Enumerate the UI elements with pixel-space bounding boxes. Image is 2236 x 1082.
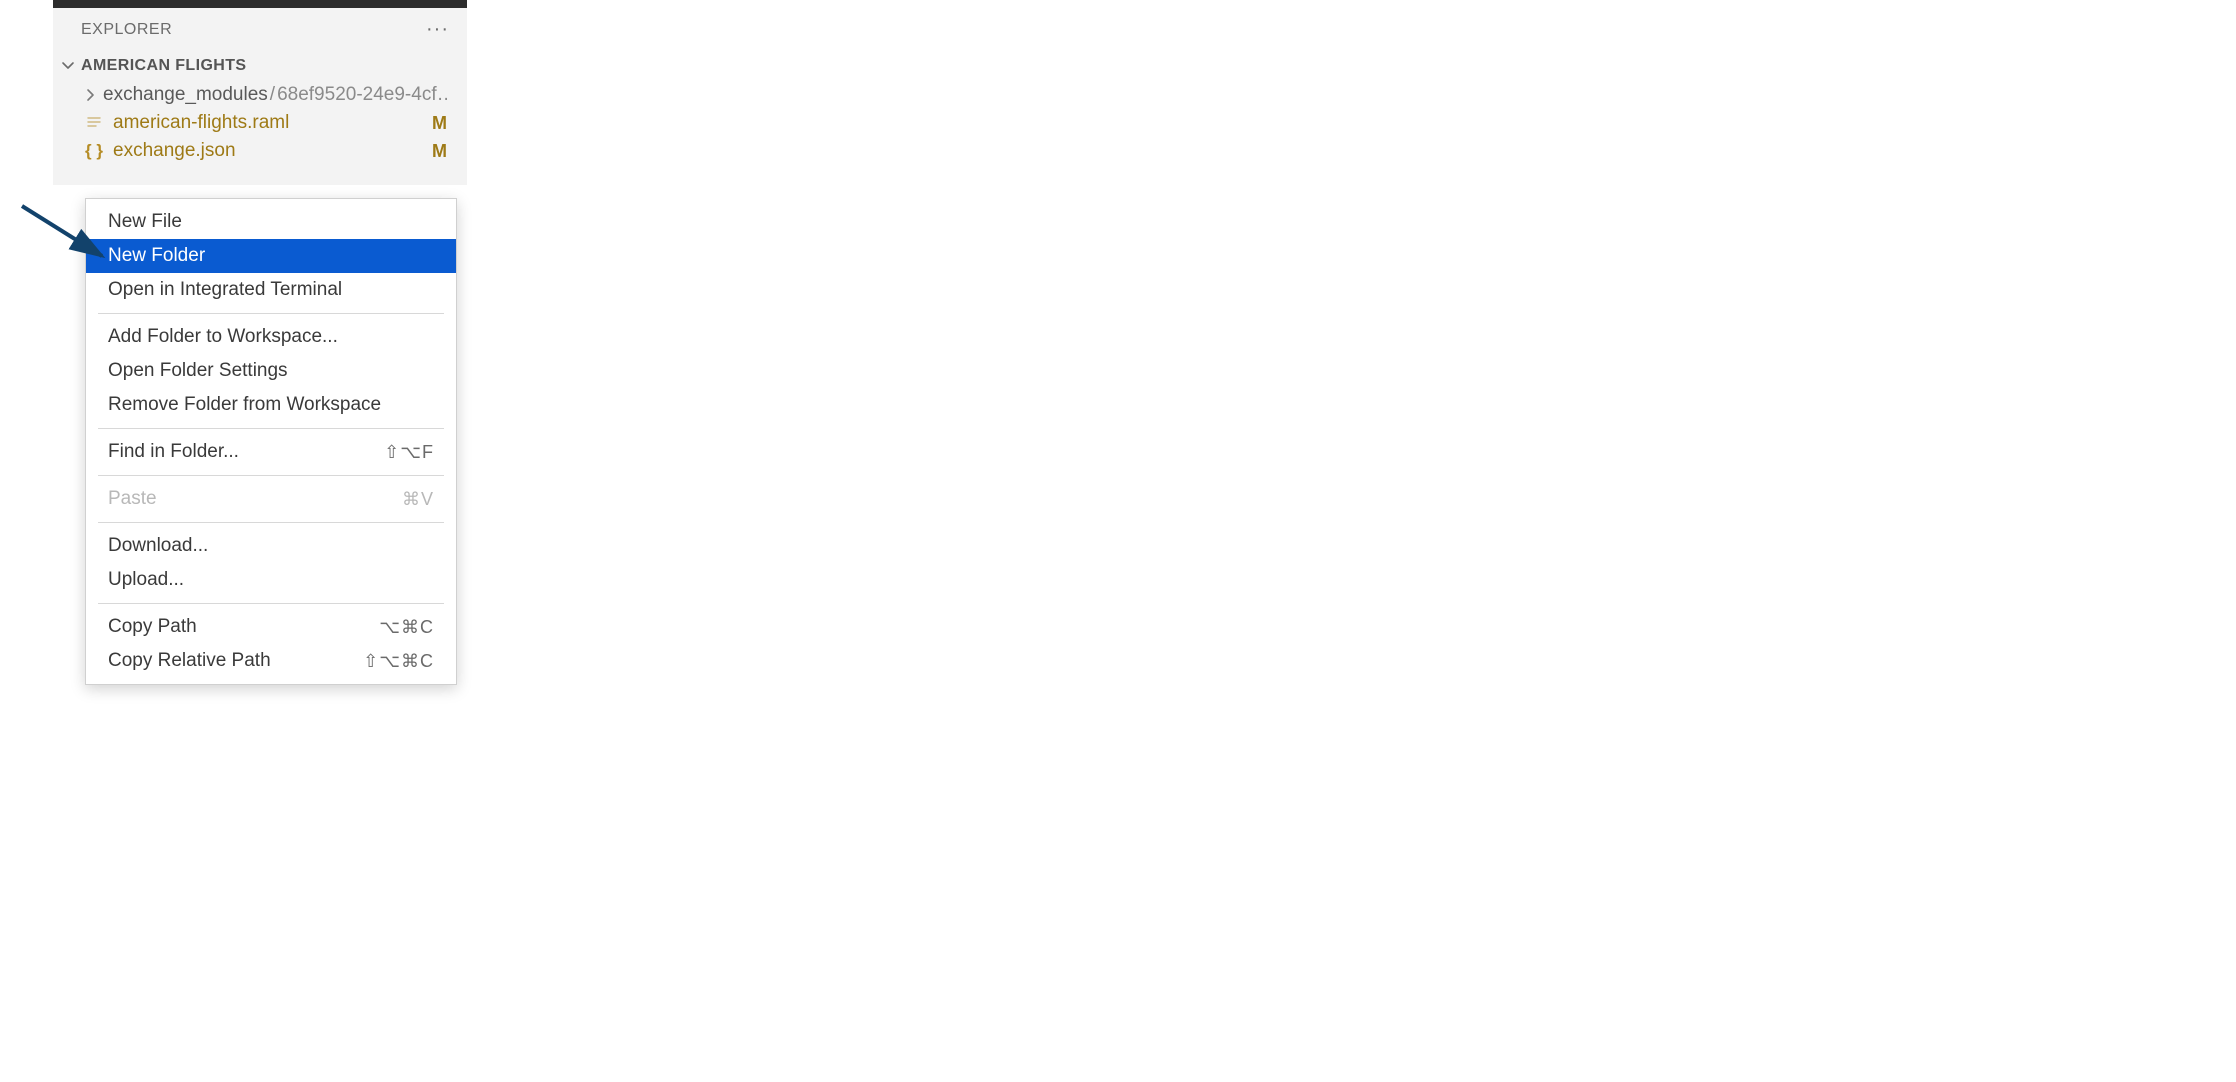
menu-item-shortcut: ⌘V	[402, 489, 434, 510]
titlebar	[53, 0, 467, 8]
explorer-title: EXPLORER	[81, 21, 172, 39]
menu-item-copy-path[interactable]: Copy Path ⌥⌘C	[86, 610, 456, 644]
menu-item-label: Open Folder Settings	[108, 360, 288, 382]
menu-item-shortcut: ⇧⌥⌘C	[363, 651, 434, 672]
menu-item-label: Find in Folder...	[108, 441, 239, 463]
folder-label: exchange_modules/68ef9520-24e9-4cf…	[103, 84, 447, 106]
tree-file-row[interactable]: american-flights.raml M	[53, 109, 467, 137]
chevron-down-icon	[61, 59, 75, 73]
more-actions-icon[interactable]: ···	[426, 18, 449, 41]
git-status-badge: M	[432, 113, 447, 134]
project-name: AMERICAN FLIGHTS	[81, 57, 247, 75]
folder-hash: 68ef9520-24e9-4cf…	[277, 84, 447, 105]
tree-folder-row[interactable]: exchange_modules/68ef9520-24e9-4cf…	[53, 81, 467, 109]
folder-name: exchange_modules	[103, 84, 268, 105]
menu-item-find-in-folder[interactable]: Find in Folder... ⇧⌥F	[86, 435, 456, 469]
menu-item-label: Upload...	[108, 569, 184, 591]
raml-file-icon	[83, 115, 105, 131]
menu-item-copy-relative-path[interactable]: Copy Relative Path ⇧⌥⌘C	[86, 644, 456, 678]
chevron-right-icon	[83, 88, 97, 102]
json-file-icon: { }	[83, 141, 105, 161]
menu-item-download[interactable]: Download...	[86, 529, 456, 563]
menu-item-folder-settings[interactable]: Open Folder Settings	[86, 354, 456, 388]
menu-item-upload[interactable]: Upload...	[86, 563, 456, 597]
menu-item-new-folder[interactable]: New Folder	[86, 239, 456, 273]
menu-item-shortcut: ⇧⌥F	[384, 442, 434, 463]
menu-item-add-folder[interactable]: Add Folder to Workspace...	[86, 320, 456, 354]
menu-separator	[98, 313, 444, 314]
menu-item-remove-folder[interactable]: Remove Folder from Workspace	[86, 388, 456, 422]
file-name: american-flights.raml	[113, 112, 424, 134]
menu-item-label: Add Folder to Workspace...	[108, 326, 338, 348]
menu-item-label: New File	[108, 211, 182, 233]
menu-item-paste: Paste ⌘V	[86, 482, 456, 516]
tree-file-row[interactable]: { } exchange.json M	[53, 137, 467, 165]
menu-item-shortcut: ⌥⌘C	[379, 617, 434, 638]
file-name: exchange.json	[113, 140, 424, 162]
context-menu: New File New Folder Open in Integrated T…	[85, 198, 457, 685]
menu-item-new-file[interactable]: New File	[86, 205, 456, 239]
menu-item-label: Copy Relative Path	[108, 650, 271, 672]
menu-separator	[98, 603, 444, 604]
explorer-header: EXPLORER ···	[53, 8, 467, 51]
menu-separator	[98, 522, 444, 523]
menu-item-label: Copy Path	[108, 616, 197, 638]
menu-item-open-terminal[interactable]: Open in Integrated Terminal	[86, 273, 456, 307]
menu-item-label: Remove Folder from Workspace	[108, 394, 381, 416]
menu-item-label: Open in Integrated Terminal	[108, 279, 342, 301]
explorer-sidebar: EXPLORER ··· AMERICAN FLIGHTS exchange_m…	[53, 8, 467, 185]
menu-item-label: Download...	[108, 535, 208, 557]
menu-separator	[98, 428, 444, 429]
project-header[interactable]: AMERICAN FLIGHTS	[53, 51, 467, 81]
menu-item-label: New Folder	[108, 245, 205, 267]
menu-item-label: Paste	[108, 488, 157, 510]
menu-separator	[98, 475, 444, 476]
git-status-badge: M	[432, 141, 447, 162]
